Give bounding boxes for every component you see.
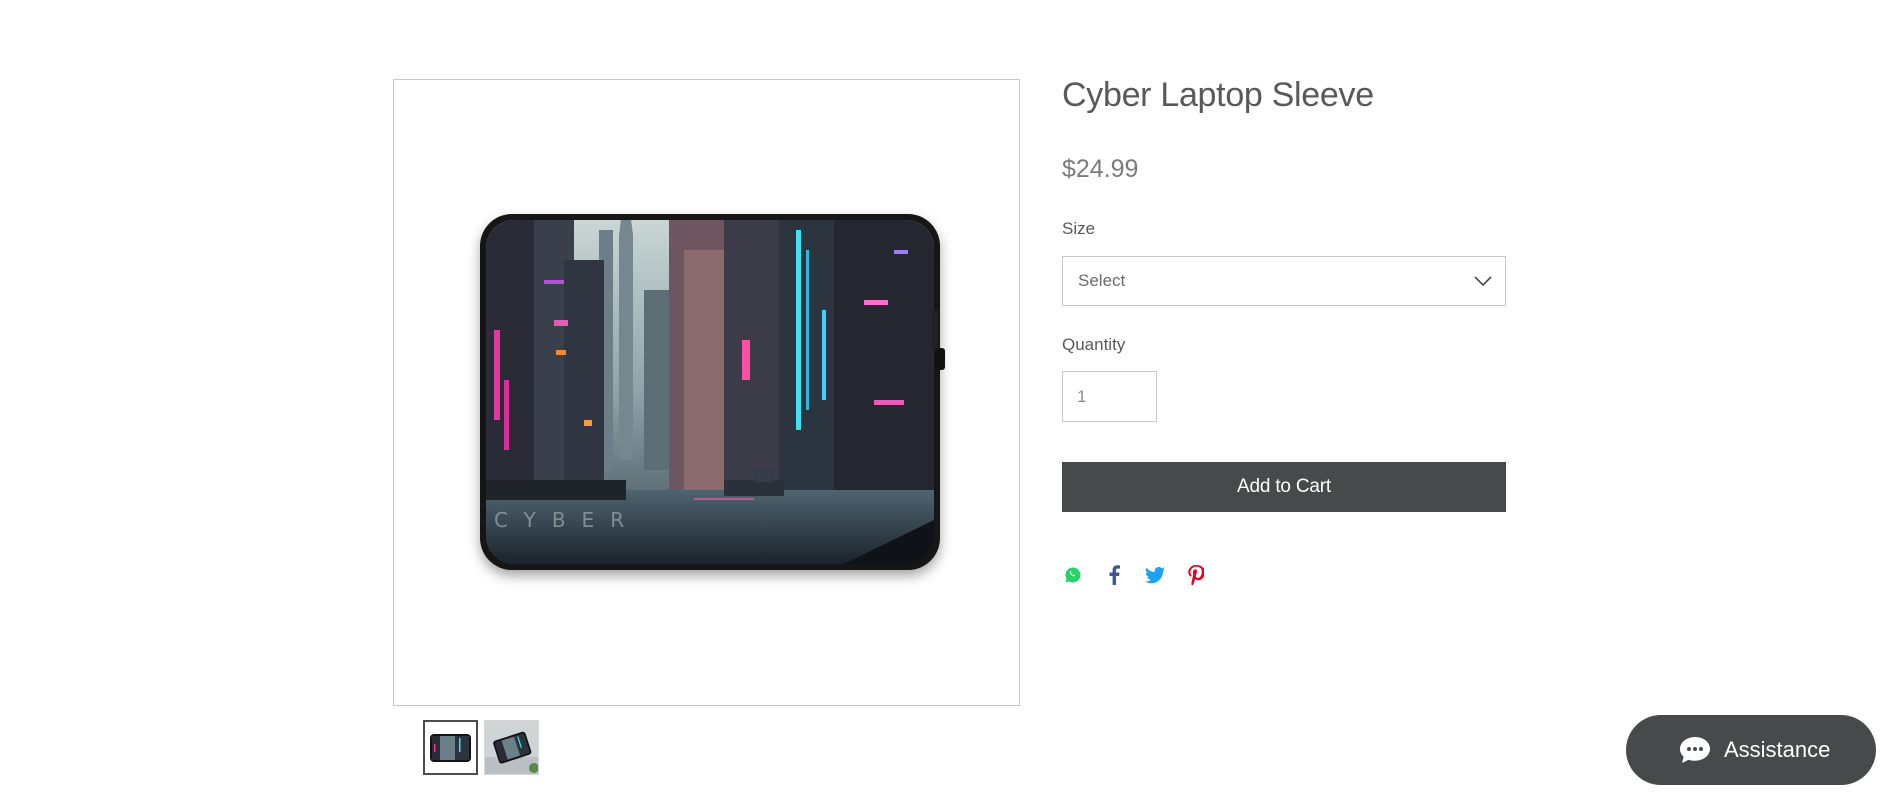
add-to-cart-button[interactable]: Add to Cart — [1062, 462, 1506, 512]
product-title: Cyber Laptop Sleeve — [1062, 76, 1374, 114]
laptop-sleeve-image — [480, 214, 945, 570]
size-dropdown[interactable]: Select — [1062, 256, 1506, 306]
thumbnail-sleeve-image — [430, 734, 471, 762]
thumbnail-strip — [423, 720, 539, 775]
product-main-image[interactable]: CYBER — [393, 79, 1020, 706]
pinterest-icon[interactable] — [1185, 564, 1207, 586]
size-selected-value: Select — [1078, 271, 1126, 290]
size-label: Size — [1062, 219, 1096, 238]
twitter-icon[interactable] — [1144, 564, 1166, 586]
chat-bubble-icon — [1680, 737, 1710, 763]
quantity-label: Quantity — [1062, 335, 1126, 354]
chevron-down-icon — [1474, 276, 1492, 287]
assistance-label: Assistance — [1724, 737, 1831, 762]
thumbnail-lifestyle-image — [485, 721, 538, 774]
thumbnail-1[interactable] — [423, 720, 478, 775]
product-price: $24.99 — [1062, 155, 1139, 183]
quantity-field[interactable] — [1062, 371, 1157, 422]
assistance-chat-button[interactable]: Assistance — [1626, 715, 1876, 785]
share-bar — [1062, 564, 1226, 586]
image-overlay-text: CYBER — [494, 508, 641, 532]
thumbnail-2[interactable] — [484, 720, 539, 775]
facebook-icon[interactable] — [1103, 564, 1125, 586]
whatsapp-icon[interactable] — [1062, 564, 1084, 586]
